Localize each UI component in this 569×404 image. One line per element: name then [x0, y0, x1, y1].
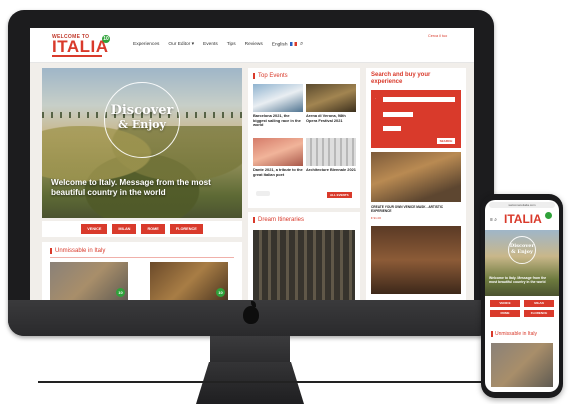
top-events-title: Top Events	[253, 73, 288, 79]
city-button-milan[interactable]: MILAN	[112, 224, 137, 234]
rating-badge: 10	[116, 288, 125, 297]
search-form: · SEARCH	[371, 90, 461, 148]
imac-screen: WELCOME TO ITALIA 10 Experiences Our Edi…	[30, 28, 474, 300]
apple-logo-icon	[243, 301, 259, 324]
unmissable-section: Unmissable in Italy 10 10	[42, 242, 242, 300]
hero-headline-1: Discover	[110, 103, 174, 118]
language-label: English	[271, 42, 288, 48]
iphone-screen: welcometoitalia.com ≡ ⌕ ITALIA Discover …	[485, 200, 559, 392]
experience-price: € 91.00	[371, 216, 382, 220]
city-button-venice[interactable]: VENICE	[81, 224, 108, 234]
unmissable-title: Unmissable in Italy	[50, 248, 105, 254]
dream-itineraries-section: Dream Itineraries	[248, 212, 360, 300]
imac-stand-foot	[196, 362, 304, 404]
field-label: ·	[375, 97, 377, 101]
hamburger-menu-icon[interactable]: ≡ ⌕	[490, 217, 497, 223]
main-nav: Experiences Our Editor ▾ Events Tips Rev…	[133, 42, 297, 47]
mobile-unmissable-image[interactable]	[491, 343, 553, 387]
event-title: Dante 2021, a tribute to the great Itali…	[253, 167, 303, 177]
nav-item-our-editor-label: Our Editor	[168, 42, 191, 47]
unmissable-card-2-image[interactable]: 10	[150, 262, 228, 300]
event-card[interactable]: Architecture Biennale 2021	[306, 138, 356, 173]
nav-item-tips[interactable]: Tips	[227, 42, 236, 47]
mobile-city-button-rome[interactable]: ROME	[490, 310, 520, 317]
search-field-destination[interactable]	[383, 97, 455, 102]
section-divider	[50, 257, 234, 258]
carousel-pager[interactable]	[256, 191, 270, 196]
city-button-rome[interactable]: ROME	[141, 224, 165, 234]
logo-underline	[52, 55, 102, 57]
nav-item-experiences[interactable]: Experiences	[133, 42, 159, 47]
event-image	[306, 138, 356, 166]
logo-wordmark: ITALIA	[52, 37, 109, 56]
event-image	[253, 138, 303, 166]
experience-search-widget: Search and buy your experience · SEARCH …	[366, 68, 466, 300]
desk-line	[38, 381, 528, 383]
event-card[interactable]: Barcelona 2021, the biggest sailing race…	[253, 84, 303, 128]
mobile-logo-badge	[545, 212, 552, 219]
nav-item-reviews[interactable]: Reviews	[245, 42, 263, 47]
mobile-hero[interactable]: Discover & Enjoy Welcome to Italy. Messa…	[485, 230, 559, 296]
dream-itinerary-image[interactable]	[253, 230, 355, 300]
search-icon[interactable]: ⌕	[300, 41, 303, 48]
hero-banner[interactable]: Discover & Enjoy Welcome to Italy. Messa…	[42, 68, 242, 218]
search-field-date[interactable]	[383, 112, 413, 117]
rating-badge: 10	[216, 288, 225, 297]
mobile-logo[interactable]: ITALIA	[504, 212, 542, 226]
event-title: Arena di Verona, 98th Opera Festival 202…	[306, 113, 346, 123]
mobile-hero-headline: Discover & Enjoy	[509, 243, 535, 255]
unmissable-card-1-image[interactable]: 10	[50, 262, 128, 300]
hero-headline-2: & Enjoy	[118, 118, 166, 131]
mobile-hero-caption: Welcome to Italy. Message from the most …	[489, 276, 547, 284]
nav-item-events[interactable]: Events	[203, 42, 218, 47]
event-image	[253, 84, 303, 112]
site-logo[interactable]: WELCOME TO ITALIA 10	[52, 34, 114, 58]
event-card[interactable]: Arena di Verona, 98th Opera Festival 202…	[306, 84, 356, 123]
top-events-section: Top Events Barcelona 2021, the biggest s…	[248, 68, 360, 208]
dream-itineraries-title: Dream Itineraries	[253, 217, 304, 223]
chevron-down-icon: ▾	[191, 42, 195, 47]
mobile-url-bar[interactable]: welcometoitalia.com	[489, 202, 555, 208]
device-mockup-scene: WELCOME TO ITALIA 10 Experiences Our Edi…	[0, 0, 569, 404]
mobile-city-button-florence[interactable]: FLORENCE	[524, 310, 554, 317]
experience-title[interactable]: CREATE YOUR OWN VENICE MASK - ARTISTIC E…	[371, 205, 461, 213]
iphone-frame: welcometoitalia.com ≡ ⌕ ITALIA Discover …	[481, 194, 563, 398]
imac-stand-neck	[210, 336, 290, 366]
experience-image[interactable]	[371, 152, 461, 202]
language-select[interactable]: English	[272, 42, 297, 47]
site-header: WELCOME TO ITALIA 10 Experiences Our Edi…	[30, 28, 474, 63]
mobile-city-button-milan[interactable]: MILAN	[524, 300, 554, 307]
hero-caption: Welcome to Italy. Message from the most …	[51, 178, 211, 197]
flag-icon	[289, 42, 297, 46]
mobile-unmissable-title: Unmissable in Italy	[491, 331, 537, 337]
mobile-city-button-venice[interactable]: VENICE	[490, 300, 520, 307]
search-submit-button[interactable]: SEARCH	[437, 138, 455, 144]
mobile-city-buttons: VENICE MILAN ROME FLORENCE	[485, 300, 559, 317]
search-field-people[interactable]	[383, 126, 401, 131]
event-title: Barcelona 2021, the biggest sailing race…	[253, 113, 301, 128]
experience-image-2[interactable]	[371, 226, 461, 294]
event-card[interactable]: Dante 2021, a tribute to the great Itali…	[253, 138, 303, 177]
search-widget-title: Search and buy your experience	[371, 72, 431, 85]
all-events-button[interactable]: ALL EVENTS	[327, 192, 352, 198]
logo-badge: 10	[102, 35, 110, 43]
header-link[interactable]: Cerca il tuo	[428, 34, 447, 38]
event-title: Architecture Biennale 2021	[306, 167, 356, 172]
city-button-florence[interactable]: FLORENCE	[169, 224, 203, 234]
event-image	[306, 84, 356, 112]
nav-item-our-editor[interactable]: Our Editor ▾	[168, 42, 194, 47]
city-buttons: VENICE MILAN ROME FLORENCE	[42, 221, 242, 237]
